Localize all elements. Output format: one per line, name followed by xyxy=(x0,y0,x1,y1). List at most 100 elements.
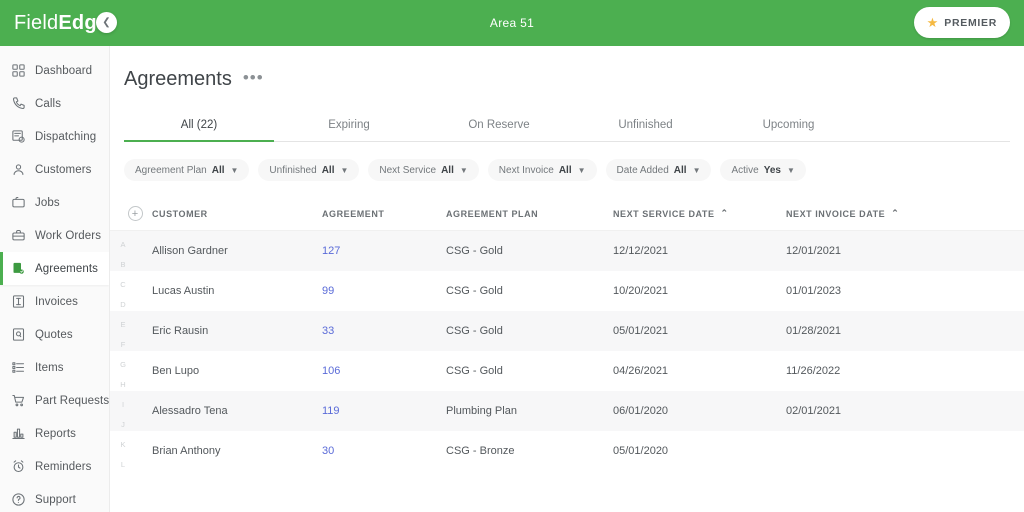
tab-expiring[interactable]: Expiring xyxy=(274,111,424,141)
alpha-index-e[interactable]: E xyxy=(120,315,125,335)
alpha-index-g[interactable]: G xyxy=(120,355,126,375)
sidebar-item-label: Items xyxy=(35,361,64,374)
sidebar-collapse-button[interactable]: ❮ xyxy=(96,12,117,33)
sidebar-item-label: Agreements xyxy=(35,262,99,275)
cell-agreement-plan: CSG - Bronze xyxy=(446,445,515,457)
bar-chart-icon xyxy=(10,426,26,442)
alpha-index-i[interactable]: I xyxy=(122,395,124,415)
sidebar-item-work-orders[interactable]: Work Orders xyxy=(0,219,109,252)
alpha-index-k[interactable]: K xyxy=(120,435,125,455)
sidebar-item-customers[interactable]: Customers xyxy=(0,153,109,186)
cell-next-service-date: 05/01/2021 xyxy=(613,325,669,337)
sidebar-item-label: Support xyxy=(35,493,76,506)
cell-next-service-date: 06/01/2020 xyxy=(613,405,669,417)
tab-upcoming[interactable]: Upcoming xyxy=(717,111,860,141)
cell-agreement-plan: CSG - Gold xyxy=(446,245,503,257)
alpha-index-h[interactable]: H xyxy=(120,375,125,395)
area-title: Area 51 xyxy=(489,16,535,30)
alpha-index-c[interactable]: C xyxy=(120,275,125,295)
table-body: Allison Gardner 127 CSG - Gold 12/12/2021 12… xyxy=(110,231,1024,471)
table-row[interactable]: Eric Rausin 33 CSG - Gold 05/01/2021 01/28/2… xyxy=(110,311,1024,351)
premier-label: PREMIER xyxy=(944,16,997,29)
list-icon xyxy=(10,360,26,376)
filter-label: Agreement Plan xyxy=(135,164,207,176)
alpha-index-d[interactable]: D xyxy=(120,295,125,315)
chevron-down-icon: ▼ xyxy=(577,165,586,175)
cell-agreement-link[interactable]: 33 xyxy=(322,325,446,337)
sidebar-item-reports[interactable]: Reports xyxy=(0,417,109,450)
filter-next-invoice[interactable]: Next Invoice All ▼ xyxy=(487,159,597,181)
cell-customer: Eric Rausin xyxy=(152,325,209,337)
sidebar-item-items[interactable]: Items xyxy=(0,351,109,384)
sidebar-item-quotes[interactable]: Quotes xyxy=(0,318,109,351)
alpha-index-a[interactable]: A xyxy=(120,235,125,255)
sort-ascending-icon[interactable]: ⌃ xyxy=(721,208,729,219)
table-row[interactable]: Brian Anthony 30 CSG - Bronze 05/01/2020 xyxy=(110,431,1024,471)
sidebar-item-dispatching[interactable]: Dispatching xyxy=(0,120,109,153)
cell-next-service-date: 05/01/2020 xyxy=(613,445,669,457)
sidebar-item-part-requests[interactable]: Part Requests xyxy=(0,384,109,417)
sidebar-item-agreements[interactable]: Agreements xyxy=(0,252,109,285)
filter-date-added[interactable]: Date Added All ▼ xyxy=(605,159,712,181)
premier-badge[interactable]: ★ PREMIER xyxy=(913,7,1010,38)
app-logo[interactable]: FieldEdge xyxy=(14,12,108,35)
filter-active[interactable]: Active Yes ▼ xyxy=(720,159,806,181)
column-header-agreement[interactable]: AGREEMENT xyxy=(322,209,446,219)
sidebar-nav: Dashboard Calls Dispatching Customers Jobs Wo… xyxy=(0,54,109,512)
add-agreement-button[interactable]: + xyxy=(118,206,152,221)
cell-agreement-link[interactable]: 127 xyxy=(322,245,446,257)
sidebar-item-label: Invoices xyxy=(35,295,78,308)
sidebar-item-calls[interactable]: Calls xyxy=(0,87,109,120)
filter-label: Next Service xyxy=(379,164,437,176)
filter-next-service[interactable]: Next Service All ▼ xyxy=(368,159,479,181)
cell-customer: Lucas Austin xyxy=(152,285,215,297)
table-row[interactable]: Ben Lupo 106 CSG - Gold 04/26/2021 11/26/202… xyxy=(110,351,1024,391)
filter-value: All xyxy=(321,164,335,176)
cell-agreement-link[interactable]: 106 xyxy=(322,365,446,377)
column-header-agreement-plan[interactable]: AGREEMENT PLAN xyxy=(446,209,613,219)
filter-unfinished[interactable]: Unfinished All ▼ xyxy=(258,159,360,181)
sidebar-item-dashboard[interactable]: Dashboard xyxy=(0,54,109,87)
tab-all-22[interactable]: All (22) xyxy=(124,111,274,141)
page-title: Agreements xyxy=(124,68,232,90)
alphabet-index-rail[interactable]: ABCDEFGHIJKL xyxy=(116,235,130,475)
sidebar-item-invoices[interactable]: Invoices xyxy=(0,285,109,318)
sort-ascending-icon[interactable]: ⌃ xyxy=(891,208,899,219)
alpha-index-f[interactable]: F xyxy=(121,335,126,355)
sidebar-item-reminders[interactable]: Reminders xyxy=(0,450,109,483)
cell-next-service-date: 04/26/2021 xyxy=(613,365,669,377)
filter-label: Unfinished xyxy=(269,164,317,176)
chevron-down-icon: ▼ xyxy=(692,165,701,175)
tab-on-reserve[interactable]: On Reserve xyxy=(424,111,574,141)
sidebar-item-support[interactable]: Support xyxy=(0,483,109,512)
sidebar-item-jobs[interactable]: Jobs xyxy=(0,186,109,219)
alpha-index-j[interactable]: J xyxy=(121,415,125,435)
table-row[interactable]: Allison Gardner 127 CSG - Gold 12/12/2021 12… xyxy=(110,231,1024,271)
agreement-icon xyxy=(10,261,26,277)
phone-icon xyxy=(10,96,26,112)
cell-agreement-plan: Plumbing Plan xyxy=(446,405,517,417)
filter-label: Active xyxy=(731,164,759,176)
alpha-index-b[interactable]: B xyxy=(120,255,125,275)
column-header-next-invoice-date[interactable]: NEXT INVOICE DATE ⌃ xyxy=(786,208,966,219)
alpha-index-l[interactable]: L xyxy=(121,455,125,475)
column-header-customer[interactable]: CUSTOMER xyxy=(152,209,322,219)
invoice-icon xyxy=(10,294,26,310)
cell-customer: Alessadro Tena xyxy=(152,405,228,417)
cell-agreement-link[interactable]: 119 xyxy=(322,405,446,417)
table-row[interactable]: Lucas Austin 99 CSG - Gold 10/20/2021 01/01/… xyxy=(110,271,1024,311)
filter-agreement-plan[interactable]: Agreement Plan All ▼ xyxy=(124,159,250,181)
filter-label: Next Invoice xyxy=(498,164,554,176)
sidebar-item-label: Part Requests xyxy=(35,394,110,407)
page-options-kebab-icon[interactable]: ••• xyxy=(243,69,264,91)
cell-agreement-link[interactable]: 30 xyxy=(322,445,446,457)
filter-value: All xyxy=(211,164,225,176)
tab-unfinished[interactable]: Unfinished xyxy=(574,111,717,141)
column-header-label: CUSTOMER xyxy=(152,208,208,219)
tab-active-underline xyxy=(124,139,274,142)
column-header-next-service-date[interactable]: NEXT SERVICE DATE ⌃ xyxy=(613,208,786,219)
cell-agreement-link[interactable]: 99 xyxy=(322,285,446,297)
sidebar-item-label: Reports xyxy=(35,427,76,440)
table-row[interactable]: Alessadro Tena 119 Plumbing Plan 06/01/2020… xyxy=(110,391,1024,431)
sidebar-item-label: Quotes xyxy=(35,328,73,341)
